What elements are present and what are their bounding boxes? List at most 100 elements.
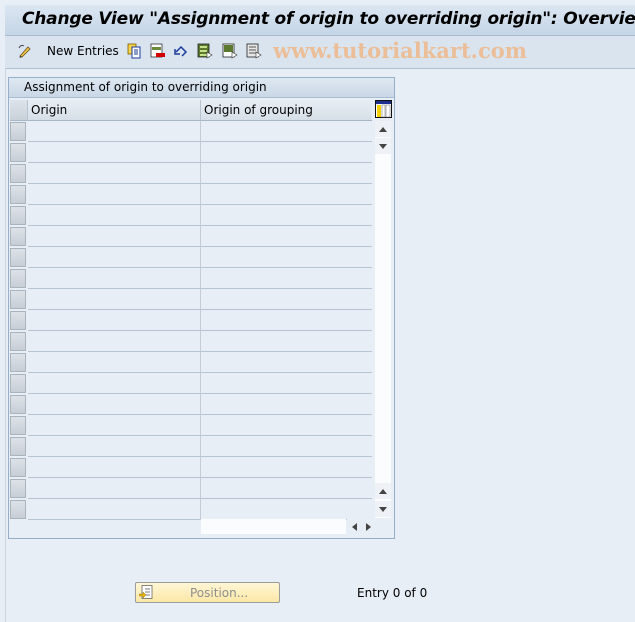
cell-origin[interactable]	[28, 205, 201, 226]
cell-origin[interactable]	[28, 226, 201, 247]
column-header-origin-of-grouping[interactable]: Origin of grouping	[201, 100, 372, 121]
row-selector[interactable]	[10, 395, 26, 414]
cell-origin[interactable]	[28, 499, 201, 520]
cell-origin[interactable]	[28, 373, 201, 394]
cell-origin-of-grouping[interactable]	[201, 436, 372, 457]
cell-origin-of-grouping[interactable]	[201, 268, 372, 289]
table-row	[9, 373, 374, 394]
title-bar: Change View "Assignment of origin to ove…	[5, 5, 635, 36]
table-row	[9, 142, 374, 163]
cell-origin-of-grouping[interactable]	[201, 184, 372, 205]
row-selector[interactable]	[10, 500, 26, 519]
cell-origin-of-grouping[interactable]	[201, 331, 372, 352]
horizontal-scrollbar[interactable]	[201, 519, 346, 534]
cell-origin[interactable]	[28, 142, 201, 163]
scroll-page-up-button[interactable]	[375, 483, 391, 499]
copy-as-icon[interactable]	[126, 43, 142, 59]
cell-origin-of-grouping[interactable]	[201, 226, 372, 247]
table-row	[9, 436, 374, 457]
scroll-left-button[interactable]	[347, 519, 361, 534]
row-selector[interactable]	[10, 437, 26, 456]
vertical-scrollbar[interactable]	[375, 121, 391, 518]
cell-origin-of-grouping[interactable]	[201, 457, 372, 478]
row-selector[interactable]	[10, 164, 26, 183]
table-title: Assignment of origin to overriding origi…	[24, 80, 267, 94]
scroll-page-down-button[interactable]	[375, 501, 391, 517]
table-row	[9, 205, 374, 226]
row-selector[interactable]	[10, 185, 26, 204]
column-header-origin[interactable]: Origin	[28, 100, 201, 121]
row-selector[interactable]	[10, 311, 26, 330]
cell-origin-of-grouping[interactable]	[201, 478, 372, 499]
table-row	[9, 331, 374, 352]
cell-origin[interactable]	[28, 289, 201, 310]
new-entries-button[interactable]: New Entries	[47, 44, 119, 58]
table-row	[9, 310, 374, 331]
delete-icon[interactable]	[150, 43, 166, 59]
cell-origin-of-grouping[interactable]	[201, 394, 372, 415]
table-settings-icon[interactable]	[375, 100, 392, 118]
row-selector[interactable]	[10, 248, 26, 267]
row-selector[interactable]	[10, 290, 26, 309]
row-selector[interactable]	[10, 122, 26, 141]
undo-change-icon[interactable]	[173, 43, 189, 59]
scroll-up-button[interactable]	[375, 121, 391, 137]
cell-origin-of-grouping[interactable]	[201, 352, 372, 373]
cell-origin[interactable]	[28, 457, 201, 478]
cell-origin[interactable]	[28, 247, 201, 268]
select-all-icon[interactable]	[197, 43, 213, 59]
row-selector[interactable]	[10, 353, 26, 372]
scroll-right-button[interactable]	[361, 519, 375, 534]
row-selector[interactable]	[10, 269, 26, 288]
table-row	[9, 457, 374, 478]
cell-origin-of-grouping[interactable]	[201, 247, 372, 268]
table-row	[9, 184, 374, 205]
cell-origin[interactable]	[28, 331, 201, 352]
arrow-up-icon	[379, 488, 387, 494]
row-selector[interactable]	[10, 143, 26, 162]
cell-origin[interactable]	[28, 478, 201, 499]
row-selector[interactable]	[10, 332, 26, 351]
table-title-bar: Assignment of origin to overriding origi…	[9, 78, 394, 98]
cell-origin[interactable]	[28, 415, 201, 436]
cell-origin[interactable]	[28, 121, 201, 142]
left-border	[5, 68, 6, 622]
table-row	[9, 478, 374, 499]
arrow-down-icon	[379, 143, 387, 149]
row-selector[interactable]	[10, 374, 26, 393]
cell-origin-of-grouping[interactable]	[201, 289, 372, 310]
select-block-icon[interactable]	[222, 43, 238, 59]
cell-origin-of-grouping[interactable]	[201, 373, 372, 394]
cell-origin-of-grouping[interactable]	[201, 142, 372, 163]
row-selector[interactable]	[10, 227, 26, 246]
row-selector[interactable]	[10, 479, 26, 498]
cell-origin-of-grouping[interactable]	[201, 163, 372, 184]
select-all-rows-button[interactable]	[10, 100, 28, 121]
table-row	[9, 289, 374, 310]
cell-origin[interactable]	[28, 184, 201, 205]
cell-origin-of-grouping[interactable]	[201, 121, 372, 142]
row-selector[interactable]	[10, 206, 26, 225]
cell-origin[interactable]	[28, 163, 201, 184]
table-row	[9, 226, 374, 247]
cell-origin-of-grouping[interactable]	[201, 499, 372, 520]
position-icon	[139, 585, 153, 599]
cell-origin[interactable]	[28, 436, 201, 457]
display-change-icon[interactable]	[17, 43, 33, 59]
cell-origin[interactable]	[28, 352, 201, 373]
row-selector[interactable]	[10, 458, 26, 477]
scroll-down-button[interactable]	[375, 138, 391, 154]
deselect-all-icon[interactable]	[246, 43, 262, 59]
cell-origin-of-grouping[interactable]	[201, 310, 372, 331]
position-button[interactable]: Position...	[135, 582, 280, 603]
cell-origin[interactable]	[28, 268, 201, 289]
arrow-down-icon	[379, 506, 387, 512]
cell-origin[interactable]	[28, 394, 201, 415]
cell-origin-of-grouping[interactable]	[201, 205, 372, 226]
row-selector[interactable]	[10, 416, 26, 435]
arrow-left-icon	[351, 522, 357, 531]
cell-origin[interactable]	[28, 310, 201, 331]
watermark: www.tutorialkart.com	[273, 38, 527, 63]
table-row	[9, 163, 374, 184]
cell-origin-of-grouping[interactable]	[201, 415, 372, 436]
